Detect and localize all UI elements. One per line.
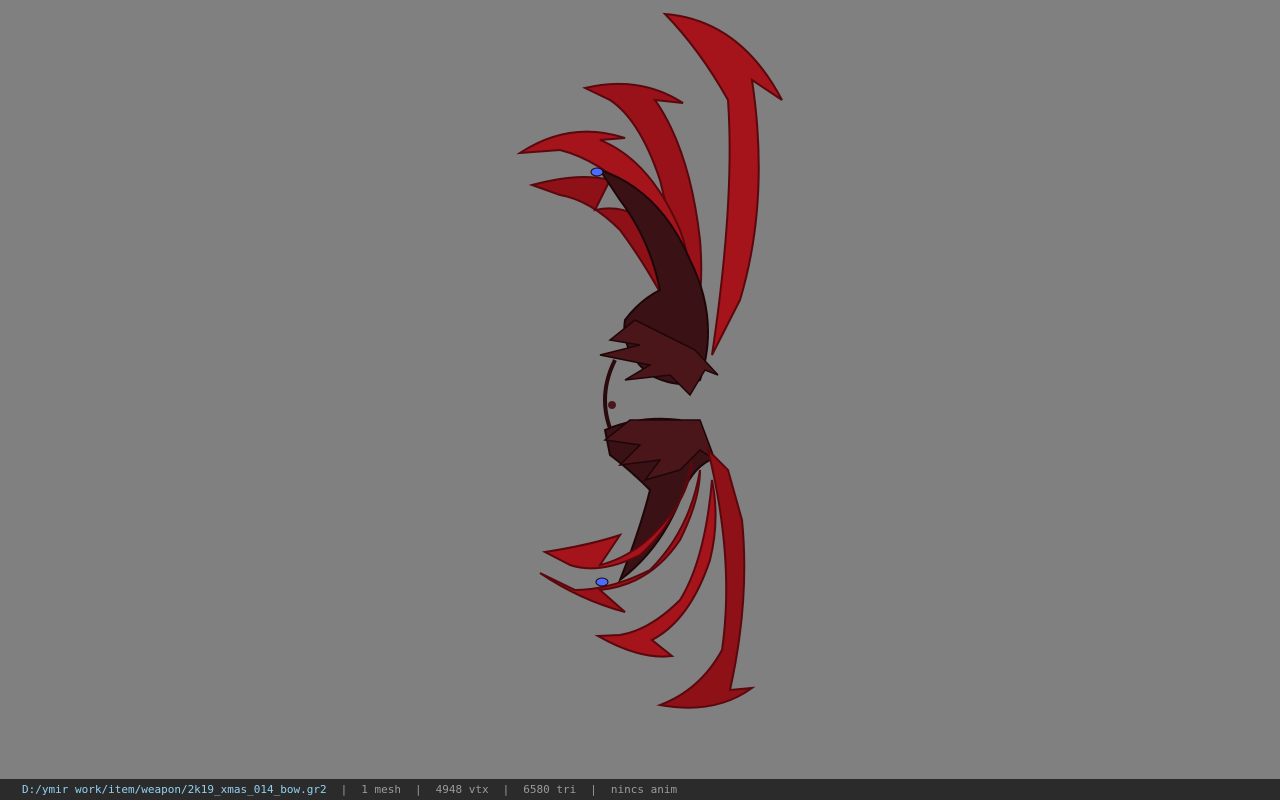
status-bar: D:/ymir work/item/weapon/2k19_xmas_014_b… [0, 779, 1280, 800]
vertex-count: 4948 vtx [435, 783, 489, 796]
triangle-count: 6580 tri [523, 783, 577, 796]
upper-gem [590, 167, 604, 177]
3d-viewport[interactable] [0, 0, 1280, 779]
separator: | [415, 783, 422, 796]
center-knot [608, 401, 616, 409]
separator: | [340, 783, 348, 796]
mesh-count: 1 mesh [361, 783, 402, 796]
bow-model [516, 12, 783, 709]
file-path: D:/ymir work/item/weapon/2k19_xmas_014_b… [22, 783, 327, 796]
separator: | [590, 783, 597, 796]
lower-gem [595, 577, 609, 587]
separator: | [502, 783, 510, 796]
anim-status: nincs anim [610, 783, 678, 796]
